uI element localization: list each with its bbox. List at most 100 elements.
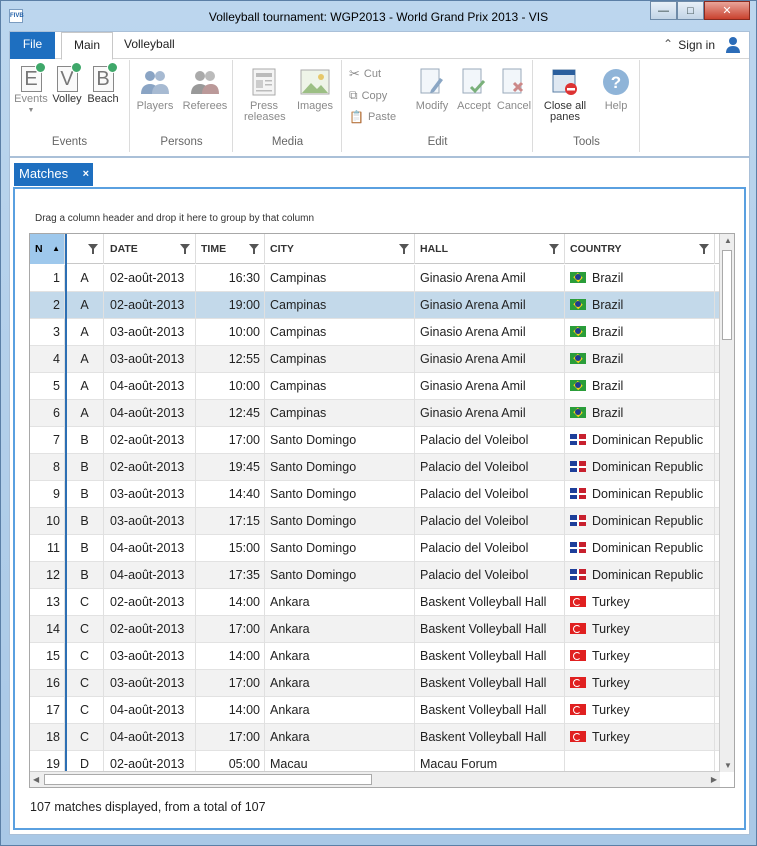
cell-city[interactable]: Santo Domingo — [265, 508, 415, 535]
cell-number[interactable]: 9 — [30, 481, 65, 508]
cell-city[interactable]: Campinas — [265, 265, 415, 292]
table-row[interactable]: 8 B 02-août-2013 19:45 Santo Domingo Palacio … — [30, 454, 720, 481]
cut-button[interactable]: ✂ Cut — [349, 66, 381, 82]
filter-icon[interactable] — [180, 244, 190, 254]
cell-date[interactable]: 04-août-2013 — [105, 724, 196, 751]
cell-time[interactable]: 10:00 — [196, 319, 265, 346]
table-row[interactable]: 6 A 04-août-2013 12:45 Campinas Ginasio Arena… — [30, 400, 720, 427]
table-row[interactable]: 7 B 02-août-2013 17:00 Santo Domingo Palacio … — [30, 427, 720, 454]
cell-pool[interactable]: B — [66, 508, 104, 535]
close-tab-icon[interactable]: × — [83, 163, 89, 185]
cell-hall[interactable]: Ginasio Arena Amil — [415, 265, 565, 292]
cell-pool[interactable]: B — [66, 454, 104, 481]
cell-pool[interactable]: C — [66, 589, 104, 616]
cell-number[interactable]: 15 — [30, 643, 65, 670]
cell-date[interactable]: 02-août-2013 — [105, 427, 196, 454]
horizontal-scrollbar[interactable]: ◀ ▶ — [30, 771, 720, 787]
cell-city[interactable]: Santo Domingo — [265, 454, 415, 481]
cell-pool[interactable]: B — [66, 427, 104, 454]
cell-pool[interactable]: C — [66, 724, 104, 751]
table-row[interactable]: 18 C 04-août-2013 17:00 Ankara Baskent Volley… — [30, 724, 720, 751]
cell-pool[interactable]: C — [66, 643, 104, 670]
column-header-time[interactable]: TIME — [196, 234, 265, 264]
table-row[interactable]: 15 C 03-août-2013 14:00 Ankara Baskent Volley… — [30, 643, 720, 670]
cell-city[interactable]: Ankara — [265, 697, 415, 724]
cell-date[interactable]: 02-août-2013 — [105, 265, 196, 292]
scroll-right-icon[interactable]: ▶ — [711, 775, 717, 784]
user-icon[interactable] — [725, 36, 741, 54]
cell-date[interactable]: 03-août-2013 — [105, 508, 196, 535]
cell-number[interactable]: 13 — [30, 589, 65, 616]
cell-number[interactable]: 5 — [30, 373, 65, 400]
table-row[interactable]: 9 B 03-août-2013 14:40 Santo Domingo Palacio … — [30, 481, 720, 508]
cell-pool[interactable]: B — [66, 562, 104, 589]
table-row[interactable]: 16 C 03-août-2013 17:00 Ankara Baskent Volley… — [30, 670, 720, 697]
cell-pool[interactable]: C — [66, 697, 104, 724]
cell-number[interactable]: 14 — [30, 616, 65, 643]
tab-volleyball[interactable]: Volleyball — [114, 32, 185, 59]
cell-pool[interactable]: C — [66, 670, 104, 697]
cell-hall[interactable]: Palacio del Voleibol — [415, 481, 565, 508]
cell-city[interactable]: Campinas — [265, 319, 415, 346]
cell-pool[interactable]: A — [66, 373, 104, 400]
cell-hall[interactable]: Palacio del Voleibol — [415, 562, 565, 589]
cell-city[interactable]: Santo Domingo — [265, 562, 415, 589]
group-by-panel[interactable]: Drag a column header and drop it here to… — [35, 213, 314, 224]
collapse-ribbon-icon[interactable]: ⌃ — [663, 37, 673, 51]
filter-icon[interactable] — [88, 244, 98, 254]
cell-country[interactable]: Dominican Republic — [565, 562, 715, 589]
title-bar[interactable]: FIVB Volleyball tournament: WGP2013 - Wo… — [1, 1, 756, 31]
cell-hall[interactable]: Ginasio Arena Amil — [415, 292, 565, 319]
cell-hall[interactable]: Ginasio Arena Amil — [415, 400, 565, 427]
events-button[interactable]: E Events ▼ — [14, 62, 48, 116]
cell-date[interactable]: 02-août-2013 — [105, 292, 196, 319]
minimize-button[interactable]: — — [650, 1, 677, 20]
cell-date[interactable]: 03-août-2013 — [105, 670, 196, 697]
cell-date[interactable]: 02-août-2013 — [105, 454, 196, 481]
cell-time[interactable]: 19:00 — [196, 292, 265, 319]
cell-number[interactable]: 17 — [30, 697, 65, 724]
cell-city[interactable]: Campinas — [265, 400, 415, 427]
cell-time[interactable]: 12:45 — [196, 400, 265, 427]
tab-matches[interactable]: Matches × — [14, 163, 93, 186]
filter-icon[interactable] — [699, 244, 709, 254]
cell-date[interactable]: 04-août-2013 — [105, 373, 196, 400]
cell-pool[interactable]: A — [66, 400, 104, 427]
cell-pool[interactable]: B — [66, 481, 104, 508]
cell-city[interactable]: Santo Domingo — [265, 427, 415, 454]
table-row[interactable]: 10 B 03-août-2013 17:15 Santo Domingo Palacio… — [30, 508, 720, 535]
cell-time[interactable]: 14:00 — [196, 589, 265, 616]
cell-country[interactable]: Brazil — [565, 319, 715, 346]
scroll-down-icon[interactable]: ▼ — [724, 761, 732, 770]
cell-number[interactable]: 12 — [30, 562, 65, 589]
cell-city[interactable]: Campinas — [265, 292, 415, 319]
column-header-country[interactable]: COUNTRY — [565, 234, 715, 264]
cell-city[interactable]: Ankara — [265, 616, 415, 643]
paste-button[interactable]: 📋 Paste — [349, 110, 396, 124]
cell-city[interactable]: Ankara — [265, 670, 415, 697]
cell-time[interactable]: 17:00 — [196, 670, 265, 697]
cell-city[interactable]: Campinas — [265, 373, 415, 400]
cell-time[interactable]: 17:15 — [196, 508, 265, 535]
cell-time[interactable]: 17:00 — [196, 616, 265, 643]
cell-date[interactable]: 02-août-2013 — [105, 589, 196, 616]
table-row[interactable]: 5 A 04-août-2013 10:00 Campinas Ginasio Arena… — [30, 373, 720, 400]
cancel-button[interactable]: Cancel — [493, 68, 535, 112]
cell-number[interactable]: 16 — [30, 670, 65, 697]
tab-file[interactable]: File — [10, 32, 55, 59]
table-row[interactable]: 3 A 03-août-2013 10:00 Campinas Ginasio Arena… — [30, 319, 720, 346]
cell-number[interactable]: 6 — [30, 400, 65, 427]
cell-country[interactable]: Turkey — [565, 616, 715, 643]
cell-time[interactable]: 17:00 — [196, 724, 265, 751]
cell-time[interactable]: 19:45 — [196, 454, 265, 481]
cell-number[interactable]: 4 — [30, 346, 65, 373]
cell-date[interactable]: 03-août-2013 — [105, 643, 196, 670]
cell-time[interactable]: 15:00 — [196, 535, 265, 562]
cell-hall[interactable]: Baskent Volleyball Hall — [415, 670, 565, 697]
filter-icon[interactable] — [249, 244, 259, 254]
press-releases-button[interactable]: Press releases — [238, 68, 290, 123]
accept-button[interactable]: Accept — [453, 68, 495, 112]
cell-pool[interactable]: A — [66, 319, 104, 346]
cell-country[interactable]: Brazil — [565, 400, 715, 427]
filter-icon[interactable] — [549, 244, 559, 254]
